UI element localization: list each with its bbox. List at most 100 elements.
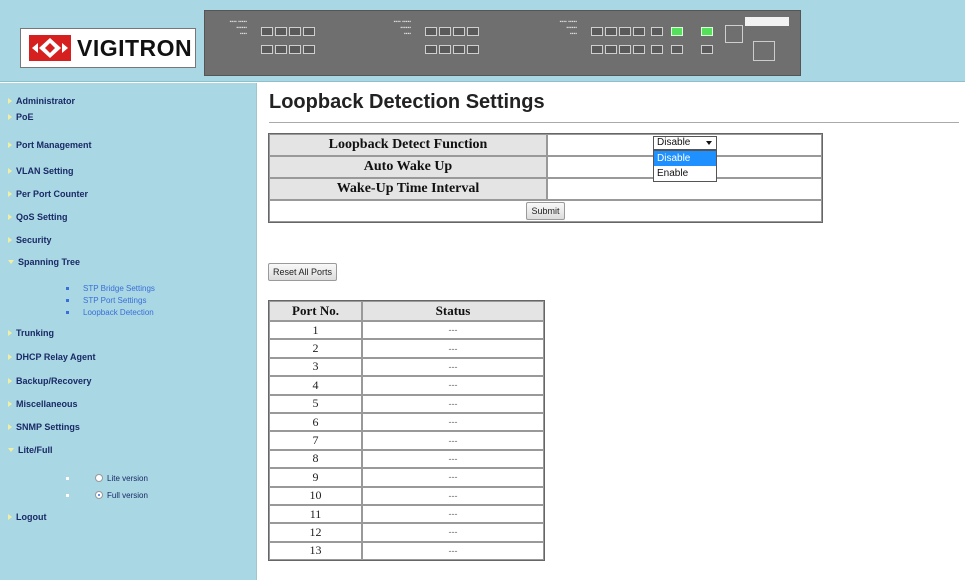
port-group-label: ▪▪▪▪ ▪▪▪▪▪ ▪▪▪▪▪▪ ▪▪▪▪ <box>559 19 577 37</box>
sidebar-item-lite-full[interactable]: Lite/Full <box>0 442 53 458</box>
port-led-active <box>671 27 683 36</box>
port-number-cell: 3 <box>269 357 362 377</box>
arrow-right-icon <box>8 401 12 407</box>
port-number-cell: 1 <box>269 321 362 340</box>
port-number-cell: 10 <box>269 486 362 505</box>
port-status-cell: --- <box>362 321 544 340</box>
arrow-right-icon <box>8 114 12 120</box>
sidebar-item-security[interactable]: Security <box>0 232 52 248</box>
divider <box>269 122 959 123</box>
sidebar-item-poe[interactable]: PoE <box>0 109 34 125</box>
lite-version-option[interactable]: Lite version <box>66 471 148 485</box>
full-version-option[interactable]: Full version <box>66 488 148 502</box>
port-number-cell: 2 <box>269 339 362 358</box>
full-version-radio[interactable] <box>95 491 103 499</box>
reset-all-ports-button[interactable]: Reset All Ports <box>268 263 338 281</box>
port-led <box>289 45 301 54</box>
table-row: 6 --- <box>269 412 544 432</box>
submit-button[interactable]: Submit <box>526 202 565 220</box>
arrow-right-icon <box>8 214 12 220</box>
port-status-cell: --- <box>362 394 544 413</box>
port-led <box>425 27 437 36</box>
header: VIGITRON ▪▪▪▪ ▪▪▪▪▪ ▪▪▪▪▪▪ ▪▪▪▪ ▪▪▪▪ ▪▪▪▪▪… <box>0 0 965 82</box>
sidebar: Administrator PoE Port Management VLAN S… <box>0 83 257 580</box>
port-status-cell: --- <box>362 541 544 561</box>
table-header-row: Port No. Status <box>269 301 544 321</box>
port-led <box>467 27 479 36</box>
sidebar-item-port-management[interactable]: Port Management <box>0 137 92 153</box>
wake-up-time-interval-label: Wake-Up Time Interval <box>269 178 547 200</box>
settings-row: Loopback Detect Function <box>269 134 822 156</box>
sidebar-item-vlan-setting[interactable]: VLAN Setting <box>0 163 74 179</box>
sidebar-item-qos-setting[interactable]: QoS Setting <box>0 209 68 225</box>
vigitron-logo-icon <box>29 35 71 61</box>
sidebar-item-administrator[interactable]: Administrator <box>0 93 75 109</box>
port-number-cell: 8 <box>269 449 362 469</box>
dropdown-option-enable[interactable]: Enable <box>654 166 716 181</box>
port-status-cell: --- <box>362 357 544 377</box>
port-led <box>453 45 465 54</box>
port-led <box>591 27 603 36</box>
sidebar-item-miscellaneous[interactable]: Miscellaneous <box>0 396 78 412</box>
main-content: Loopback Detection Settings Loopback Det… <box>258 83 965 580</box>
auto-wake-up-label: Auto Wake Up <box>269 156 547 178</box>
lite-version-radio[interactable] <box>95 474 103 482</box>
brand-logo: VIGITRON <box>20 28 196 68</box>
dropdown-option-disable[interactable]: Disable <box>654 151 716 166</box>
port-status-cell: --- <box>362 339 544 358</box>
submit-row: Submit <box>269 200 822 222</box>
table-row: 8 --- <box>269 449 544 469</box>
sidebar-item-per-port-counter[interactable]: Per Port Counter <box>0 186 88 202</box>
bullet-icon <box>66 493 69 497</box>
page-title: Loopback Detection Settings <box>269 91 545 113</box>
port-led <box>651 45 663 54</box>
status-header: Status <box>362 301 544 321</box>
sidebar-item-trunking[interactable]: Trunking <box>0 325 54 341</box>
settings-row: Auto Wake Up <box>269 156 822 178</box>
panel-brand-badge <box>745 17 789 26</box>
port-led <box>671 45 683 54</box>
port-status-body: 1 --- 2 --- 3 --- 4 --- 5 --- 6 --- 7 --- 8 --- 9 --- 10 --… <box>269 321 544 561</box>
table-row: 5 --- <box>269 394 544 413</box>
port-status-cell: --- <box>362 376 544 395</box>
port-status-cell: --- <box>362 468 544 487</box>
switch-front-panel: ▪▪▪▪ ▪▪▪▪▪ ▪▪▪▪▪▪ ▪▪▪▪ ▪▪▪▪ ▪▪▪▪▪ ▪▪▪▪▪▪ ▪▪▪… <box>204 10 801 76</box>
sidebar-item-backup-recovery[interactable]: Backup/Recovery <box>0 373 92 389</box>
port-led <box>605 45 617 54</box>
loopback-detect-select[interactable]: Disable <box>653 136 717 150</box>
port-led <box>619 45 631 54</box>
sidebar-subitem-loopback-detection[interactable]: Loopback Detection <box>66 307 154 318</box>
table-row: 13 --- <box>269 541 544 561</box>
port-status-cell: --- <box>362 412 544 432</box>
port-status-table: Port No. Status 1 --- 2 --- 3 --- 4 --- 5 --- 6 ---… <box>268 300 545 562</box>
sidebar-subitem-stp-bridge-settings[interactable]: STP Bridge Settings <box>66 283 155 294</box>
sidebar-item-snmp-settings[interactable]: SNMP Settings <box>0 419 80 435</box>
arrow-right-icon <box>8 330 12 336</box>
port-led <box>651 27 663 36</box>
sidebar-item-logout[interactable]: Logout <box>0 509 47 525</box>
port-led <box>439 45 451 54</box>
table-row: 3 --- <box>269 357 544 377</box>
port-status-cell: --- <box>362 523 544 542</box>
table-row: 4 --- <box>269 376 544 395</box>
console-port <box>753 41 775 61</box>
sidebar-subitem-stp-port-settings[interactable]: STP Port Settings <box>66 295 146 306</box>
sidebar-item-spanning-tree[interactable]: Spanning Tree <box>0 254 80 270</box>
loopback-detect-dropdown[interactable]: Disable Enable <box>653 150 717 182</box>
bullet-icon <box>66 311 69 314</box>
dropdown-caret-icon <box>706 141 712 145</box>
brand-name: VIGITRON <box>77 34 193 61</box>
bullet-icon <box>66 287 69 290</box>
port-led <box>701 45 713 54</box>
arrow-right-icon <box>8 424 12 430</box>
port-led <box>619 27 631 36</box>
sfp-slot <box>725 25 743 43</box>
table-row: 7 --- <box>269 431 544 450</box>
port-number-cell: 5 <box>269 394 362 413</box>
sidebar-item-dhcp-relay-agent[interactable]: DHCP Relay Agent <box>0 349 96 365</box>
port-led <box>289 27 301 36</box>
port-status-cell: --- <box>362 431 544 450</box>
table-row: 1 --- <box>269 321 544 340</box>
port-led <box>605 27 617 36</box>
loopback-settings-table: Loopback Detect Function Auto Wake Up Wa… <box>268 133 823 223</box>
